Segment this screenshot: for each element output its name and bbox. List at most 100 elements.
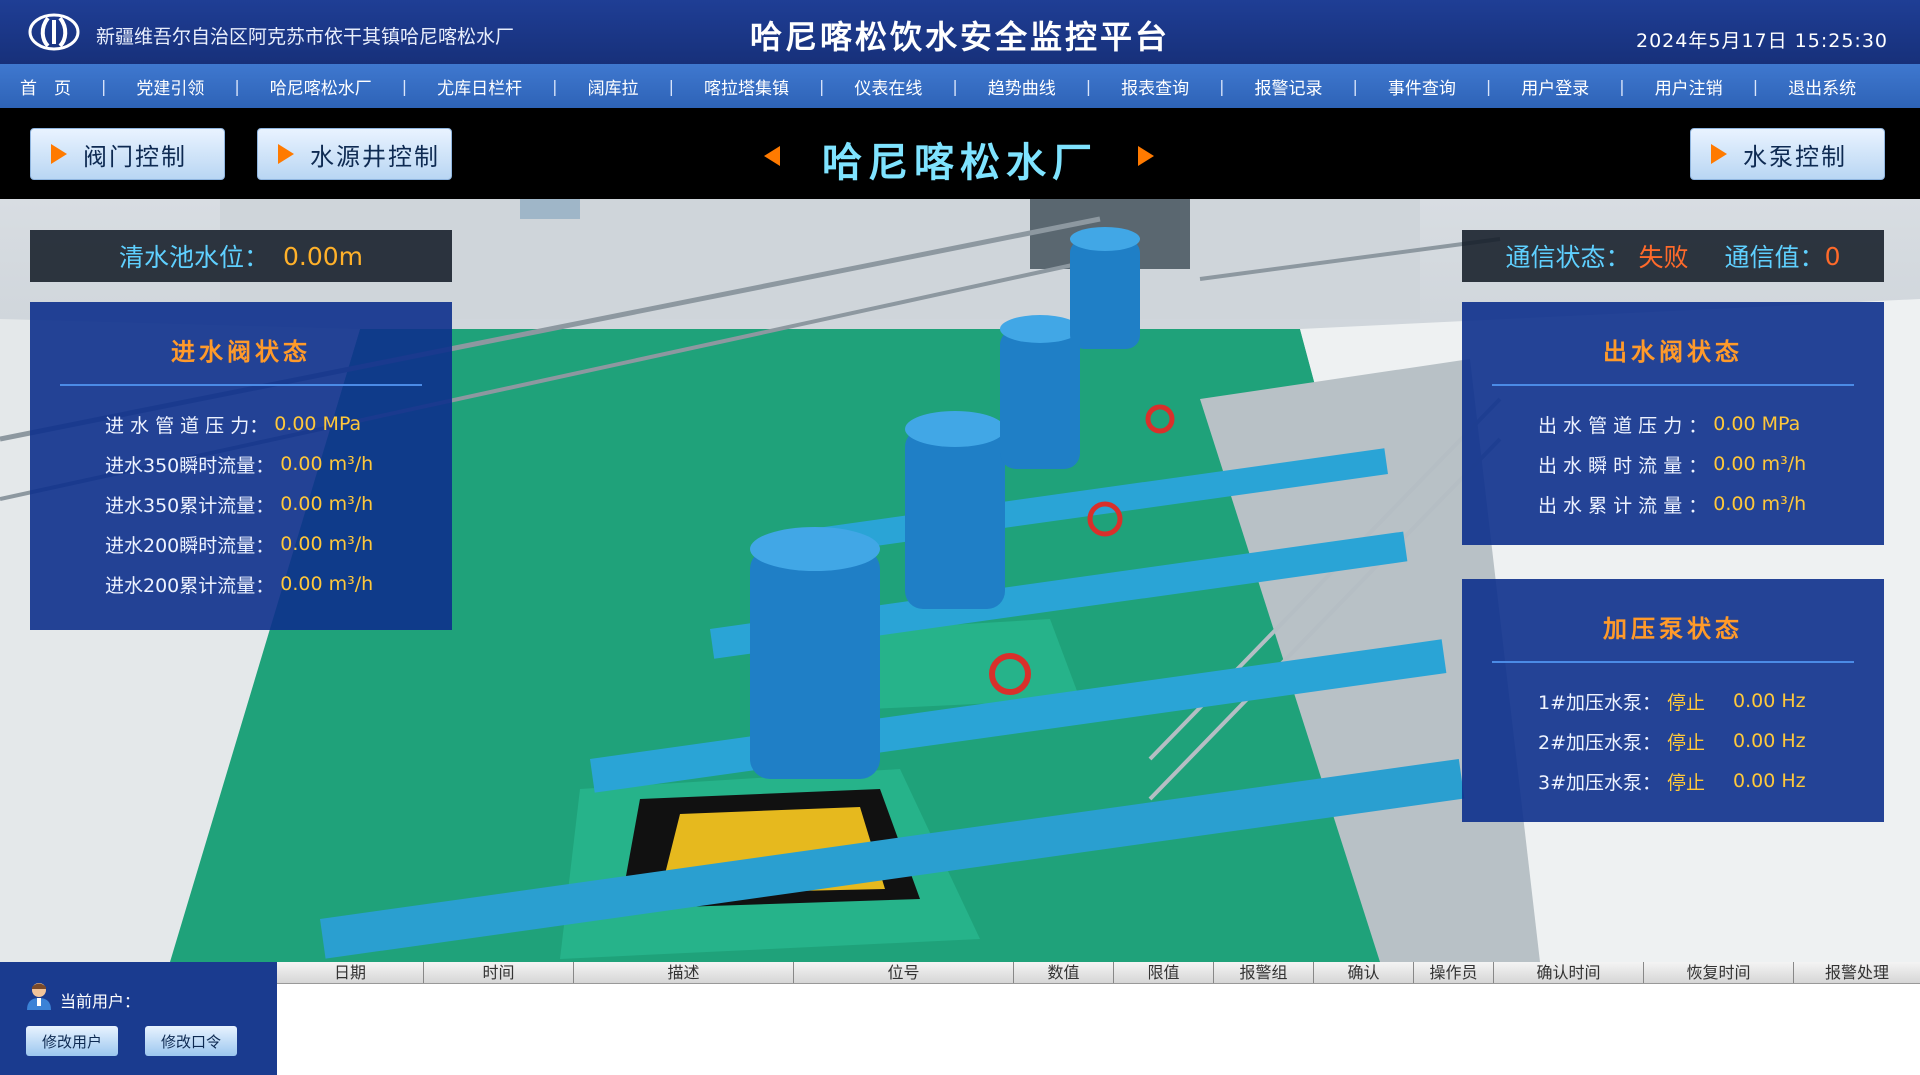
nav-separator: |: [1485, 76, 1492, 96]
pump-control-label: 水泵控制: [1743, 142, 1847, 171]
column-header-operator[interactable]: 操作员: [1414, 962, 1494, 983]
comm-value: 0: [1824, 241, 1841, 271]
next-arrow-icon[interactable]: [1138, 146, 1154, 166]
booster-pump-panel: 加压泵状态 1#加压水泵： 停止 0.00 Hz 2#加压水泵： 停止 0.00 Hz …: [1462, 579, 1884, 822]
row-label: 3#加压水泵：: [1538, 771, 1662, 794]
clear-pool-value: 0.00m: [282, 241, 364, 271]
nav-item-logout[interactable]: 用户注销: [1655, 74, 1723, 99]
inlet-valve-panel: 进水阀状态 进 水 管 道 压 力： 0.00 MPa 进水350瞬时流量： 0.0…: [30, 302, 452, 630]
pump-state: 停止: [1667, 691, 1706, 714]
row-label: 进水350累计流量：: [105, 494, 275, 517]
nav-separator: |: [1219, 76, 1225, 96]
column-header-description[interactable]: 描述: [574, 962, 794, 983]
play-triangle-icon: [1711, 144, 1727, 164]
panel-title: 出水阀状态: [1603, 338, 1743, 366]
clear-pool-level: 清水池水位： 0.00m: [30, 230, 452, 282]
pump-control-button[interactable]: 水泵控制: [1690, 128, 1885, 180]
inlet-row: 进 水 管 道 压 力： 0.00 MPa: [105, 404, 452, 444]
nav-separator: |: [818, 76, 825, 96]
comm-status: 通信状态： 失败 通信值： 0: [1462, 230, 1884, 282]
nav-item-youkuri[interactable]: 尤库日栏杆: [437, 74, 522, 99]
row-label: 出 水 瞬 时 流 量 ：: [1538, 454, 1708, 477]
nav-item-home[interactable]: 首 页: [20, 74, 71, 99]
outlet-row: 出 水 累 计 流 量 ： 0.00 m³/h: [1538, 484, 1884, 524]
platform-title: 哈尼喀松饮水安全监控平台: [749, 18, 1170, 56]
outlet-valve-panel: 出水阀状态 出 水 管 道 压 力 ： 0.00 MPa 出 水 瞬 时 流 量 …: [1462, 302, 1884, 545]
plant-title: 哈尼喀松水厂: [822, 140, 1098, 186]
current-user-label: 当前用户：: [60, 992, 141, 1011]
nav-separator: |: [952, 76, 958, 96]
inlet-row: 进水200累计流量： 0.00 m³/h: [105, 564, 452, 604]
row-label: 进 水 管 道 压 力：: [105, 414, 269, 437]
row-label: 进水200瞬时流量：: [105, 534, 275, 557]
nav-item-login[interactable]: 用户登录: [1521, 74, 1589, 99]
nav-separator: |: [101, 76, 107, 96]
nav-item-exit[interactable]: 退出系统: [1788, 74, 1856, 99]
booster-row: 1#加压水泵： 停止 0.00 Hz: [1538, 681, 1884, 721]
row-value: 0.00 m³/h: [280, 573, 374, 595]
inlet-row: 进水350累计流量： 0.00 m³/h: [105, 484, 452, 524]
panel-title: 加压泵状态: [1603, 615, 1743, 643]
nav-item-trends[interactable]: 趋势曲线: [988, 74, 1056, 99]
nav-separator: |: [234, 76, 240, 96]
alarm-table-header: 日期 时间 描述 位号 数值 限值 报警组 确认 操作员 确认时间 恢复时间 报…: [277, 962, 1920, 984]
row-value: 0.00 MPa: [1713, 413, 1801, 435]
modify-password-button[interactable]: 修改口令: [145, 1026, 237, 1056]
column-header-tag[interactable]: 位号: [794, 962, 1014, 983]
nav-separator: |: [1619, 76, 1625, 96]
nav-separator: |: [1752, 76, 1759, 96]
row-label: 出 水 管 道 压 力 ：: [1538, 414, 1708, 437]
nav-item-hanikasong[interactable]: 哈尼喀松水厂: [270, 74, 372, 99]
alarm-table: 日期 时间 描述 位号 数值 限值 报警组 确认 操作员 确认时间 恢复时间 报…: [275, 962, 1920, 1075]
panel-title: 进水阀状态: [171, 338, 311, 366]
column-header-alarm-group[interactable]: 报警组: [1214, 962, 1314, 983]
nav-item-kuokula[interactable]: 阔库拉: [588, 74, 639, 99]
nav-item-kalata[interactable]: 喀拉塔集镇: [704, 74, 789, 99]
row-label: 2#加压水泵：: [1538, 731, 1662, 754]
inlet-row: 进水350瞬时流量： 0.00 m³/h: [105, 444, 452, 484]
modify-user-button[interactable]: 修改用户: [26, 1026, 118, 1056]
row-value: 0.00 m³/h: [280, 453, 374, 475]
nav-item-party[interactable]: 党建引领: [136, 74, 204, 99]
row-label: 进水200累计流量：: [105, 574, 275, 597]
column-header-value[interactable]: 数值: [1014, 962, 1114, 983]
row-value: 0.00 MPa: [274, 413, 362, 435]
row-label: 出 水 累 计 流 量 ：: [1538, 494, 1708, 517]
row-value: 0.00 Hz: [1733, 730, 1806, 752]
user-icon: [27, 983, 51, 1010]
column-header-handling[interactable]: 报警处理: [1794, 962, 1920, 983]
pump-room-scene: 清水池水位： 0.00m 通信状态： 失败 通信值： 0 进水阀状态 进 水 管…: [0, 199, 1920, 962]
row-value: 0.00 m³/h: [280, 533, 374, 555]
comm-value-label: 通信值：: [1724, 243, 1825, 272]
nav-item-meters[interactable]: 仪表在线: [854, 74, 922, 99]
row-value: 0.00 m³/h: [1713, 453, 1807, 475]
nav-separator: |: [668, 76, 674, 96]
column-header-date[interactable]: 日期: [277, 962, 424, 983]
column-header-ack-time[interactable]: 确认时间: [1494, 962, 1644, 983]
row-label: 进水350瞬时流量：: [105, 454, 275, 477]
clear-pool-label: 清水池水位：: [118, 243, 269, 272]
user-panel: 当前用户： 修改用户 修改口令: [0, 962, 275, 1075]
column-header-ack[interactable]: 确认: [1314, 962, 1414, 983]
column-header-limit[interactable]: 限值: [1114, 962, 1214, 983]
nav-separator: |: [1085, 76, 1092, 96]
comm-status-label: 通信状态：: [1505, 243, 1631, 272]
pump-state: 停止: [1667, 731, 1706, 754]
nav-item-events[interactable]: 事件查询: [1388, 74, 1456, 99]
row-value: 0.00 Hz: [1733, 690, 1806, 712]
comm-status-value: 失败: [1638, 243, 1689, 272]
main-nav: 首 页 | 党建引领 | 哈尼喀松水厂 | 尤库日栏杆 | 阔库拉 | 喀拉塔集…: [0, 64, 1920, 108]
inlet-row: 进水200瞬时流量： 0.00 m³/h: [105, 524, 452, 564]
column-header-recover-time[interactable]: 恢复时间: [1644, 962, 1794, 983]
row-label: 1#加压水泵：: [1538, 691, 1662, 714]
outlet-row: 出 水 瞬 时 流 量 ： 0.00 m³/h: [1538, 444, 1884, 484]
row-value: 0.00 Hz: [1733, 770, 1806, 792]
nav-separator: |: [552, 76, 558, 96]
nav-item-reports[interactable]: 报表查询: [1121, 74, 1189, 99]
datetime: 2024年5月17日 15:25:30: [1636, 30, 1888, 52]
row-value: 0.00 m³/h: [1713, 493, 1807, 515]
booster-row: 3#加压水泵： 停止 0.00 Hz: [1538, 761, 1884, 801]
column-header-time[interactable]: 时间: [424, 962, 574, 983]
nav-item-alarms[interactable]: 报警记录: [1255, 74, 1323, 99]
row-value: 0.00 m³/h: [280, 493, 374, 515]
